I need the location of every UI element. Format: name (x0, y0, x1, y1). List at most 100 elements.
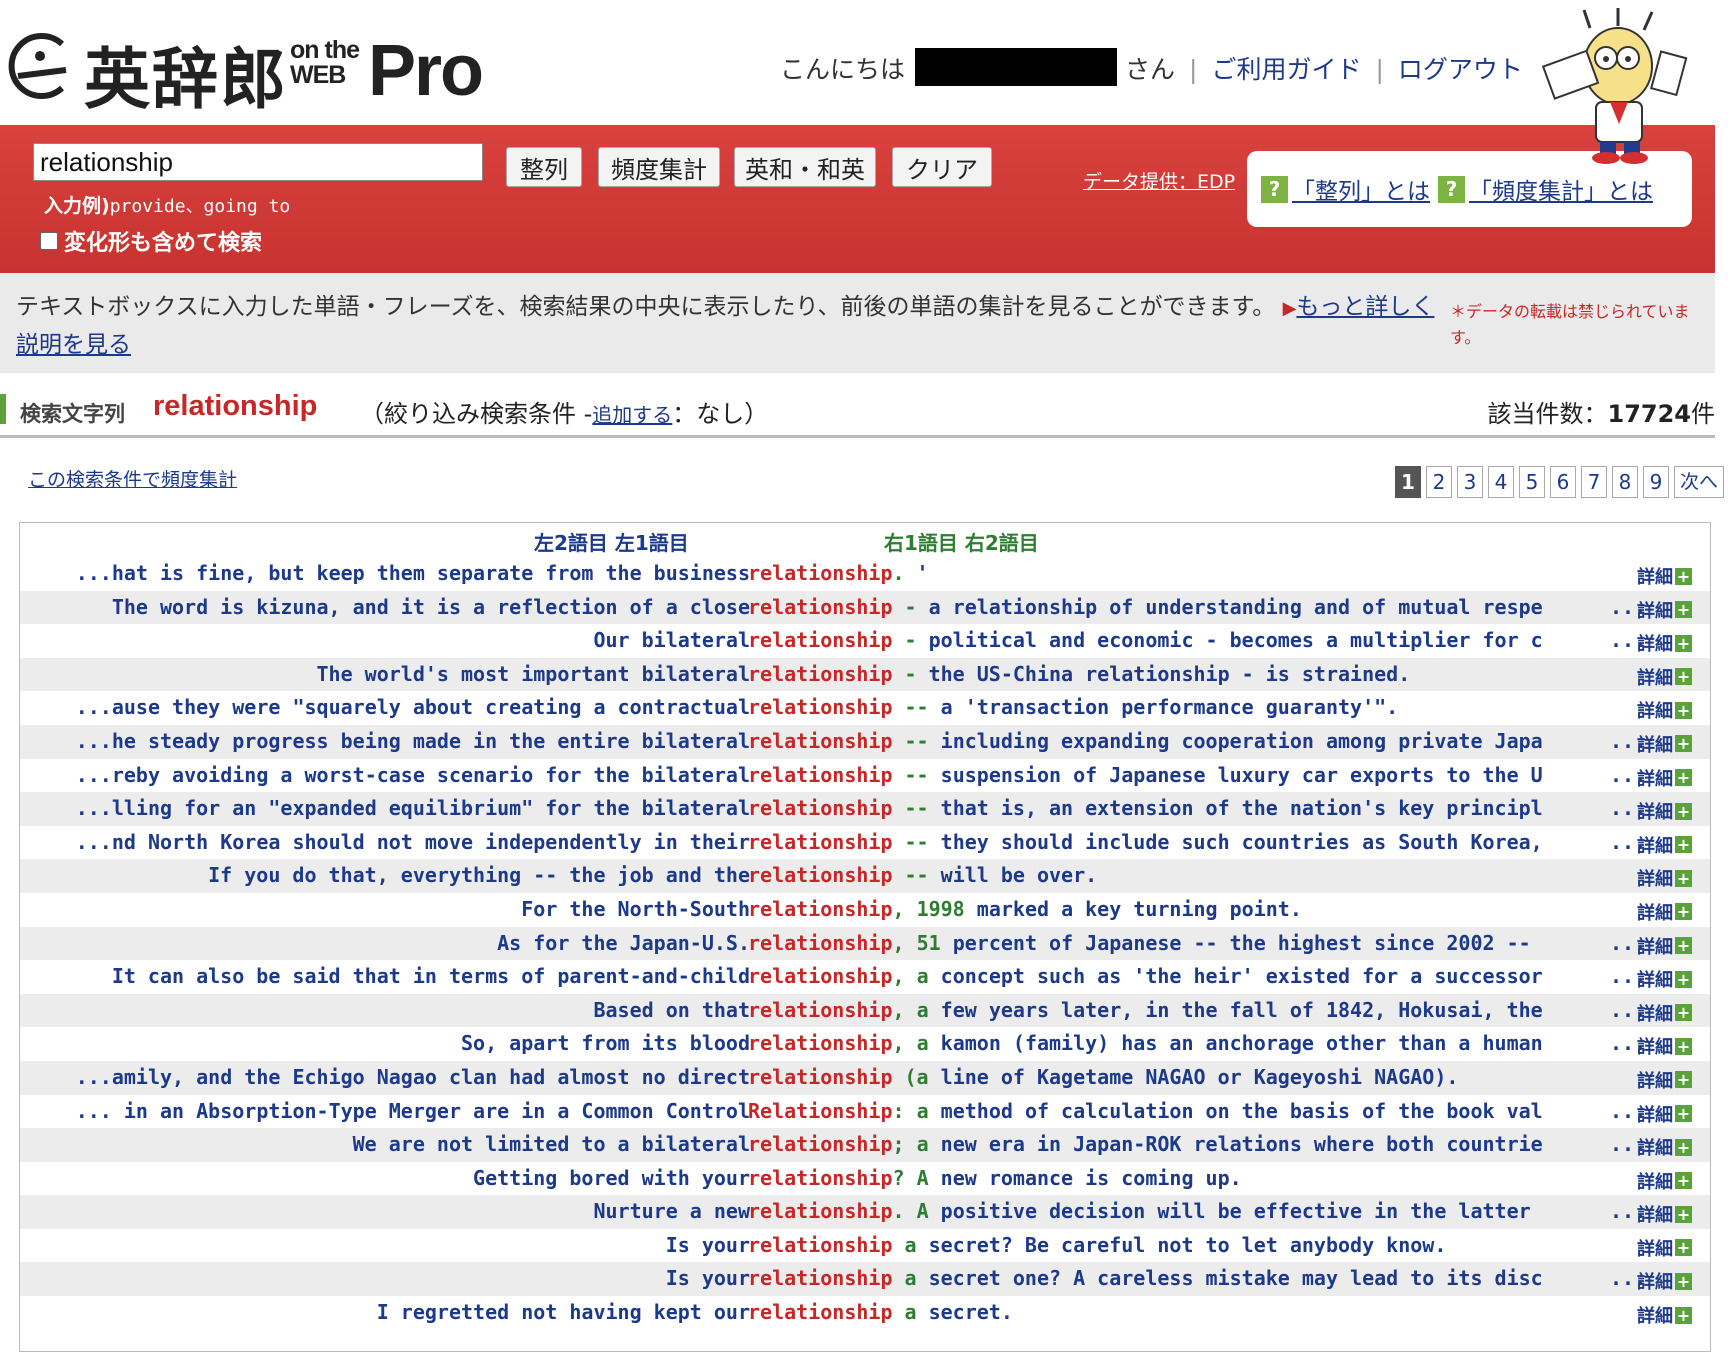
plus-icon[interactable]: + (1675, 769, 1692, 787)
logo-japanese-text: 英辞郎 (84, 41, 288, 118)
detail-button[interactable]: 詳細 + (1637, 731, 1692, 757)
page-9[interactable]: 9 (1643, 466, 1669, 498)
add-filter-link[interactable]: 追加する (592, 403, 672, 427)
plus-icon[interactable]: + (1675, 1037, 1692, 1055)
plus-icon[interactable]: + (1675, 1004, 1692, 1022)
detail-button[interactable]: 詳細 + (1637, 933, 1692, 959)
include-variants-checkbox[interactable]: 変化形も含めて検索 (40, 225, 262, 257)
detail-button[interactable]: 詳細 + (1637, 1201, 1692, 1227)
detail-label: 詳細 (1637, 600, 1673, 622)
right-first-word: -- (904, 829, 929, 854)
detail-button[interactable]: 詳細 + (1637, 1235, 1692, 1261)
detail-button[interactable]: 詳細 + (1637, 832, 1692, 858)
detail-label: 詳細 (1637, 936, 1673, 958)
align-button[interactable]: 整列 (506, 147, 582, 187)
plus-icon[interactable]: + (1675, 836, 1692, 854)
right-first-word: , (892, 930, 905, 955)
right-first-word: -- (904, 695, 929, 720)
detail-button[interactable]: 詳細 + (1637, 697, 1692, 723)
left-words-header[interactable]: 左2語目 左1語目 (534, 527, 689, 556)
plus-icon[interactable]: + (1675, 567, 1692, 585)
plus-icon[interactable]: + (1675, 1172, 1692, 1190)
detail-button[interactable]: 詳細 + (1637, 630, 1692, 656)
result-row: For the North-South relationship, 1998 ma… (20, 893, 1710, 927)
checkbox-icon[interactable] (40, 232, 58, 250)
frequency-button[interactable]: 頻度集計 (598, 147, 720, 187)
plus-icon[interactable]: + (1675, 735, 1692, 753)
plus-icon[interactable]: + (1675, 701, 1692, 719)
help-frequency-link[interactable]: 「頻度集計」とは (1469, 172, 1653, 206)
detail-button[interactable]: 詳細 + (1637, 865, 1692, 891)
right-rest: a few years later, in the fall of 1842, … (916, 997, 1543, 1022)
page-7[interactable]: 7 (1581, 466, 1607, 498)
detail-button[interactable]: 詳細 + (1637, 765, 1692, 791)
right-context: ; a new era in Japan-ROK relations where… (892, 1132, 1542, 1156)
plus-icon[interactable]: + (1675, 1306, 1692, 1324)
left-context: Based on that (593, 997, 750, 1022)
result-row: The word is kizuna, and it is a reflecti… (20, 590, 1710, 625)
detail-button[interactable]: 詳細 + (1637, 563, 1692, 589)
right-rest: A positive decision will be effective in… (916, 1199, 1531, 1224)
help-align-link[interactable]: 「整列」とは (1292, 172, 1430, 206)
left-context: I regretted not having kept our (376, 1300, 750, 1325)
detail-button[interactable]: 詳細 + (1637, 899, 1692, 925)
right-rest: secret. (916, 1300, 1013, 1325)
greeting-prefix: こんにちは (780, 55, 906, 84)
plus-icon[interactable]: + (1675, 1071, 1692, 1089)
right-words-header[interactable]: 右1語目 右2語目 (884, 527, 1039, 556)
page-6[interactable]: 6 (1550, 466, 1576, 498)
plus-icon[interactable]: + (1675, 802, 1692, 820)
detail-button[interactable]: 詳細 + (1637, 664, 1692, 690)
page-2[interactable]: 2 (1426, 466, 1452, 498)
usage-guide-link[interactable]: ご利用ガイド (1211, 55, 1361, 84)
detail-button[interactable]: 詳細 + (1637, 597, 1692, 623)
right-first-word: -- (904, 762, 929, 787)
description-text: テキストボックスに入力した単語・フレーズを、検索結果の中央に表示したり、前後の単… (16, 294, 1435, 358)
detail-label: 詳細 (1637, 701, 1673, 723)
plus-icon[interactable]: + (1675, 1239, 1692, 1257)
plus-icon[interactable]: + (1675, 1205, 1692, 1223)
plus-icon[interactable]: + (1675, 903, 1692, 921)
eijiro-logo[interactable]: 英辞郎 on the WEB Pro (0, 22, 490, 118)
page-4[interactable]: 4 (1488, 466, 1514, 498)
search-input[interactable]: relationship (33, 143, 483, 181)
page-5[interactable]: 5 (1519, 466, 1545, 498)
left-context: ...ause they were "squarely about creati… (75, 695, 750, 720)
detail-button[interactable]: 詳細 + (1637, 1033, 1692, 1059)
plus-icon[interactable]: + (1675, 668, 1692, 686)
plus-icon[interactable]: + (1675, 634, 1692, 652)
plus-icon[interactable]: + (1675, 1105, 1692, 1122)
detail-button[interactable]: 詳細 + (1637, 1000, 1692, 1026)
en-ja-button[interactable]: 英和・和英 (734, 147, 876, 187)
plus-icon[interactable]: + (1675, 1272, 1692, 1290)
plus-icon[interactable]: + (1675, 601, 1692, 619)
plus-icon[interactable]: + (1675, 970, 1692, 988)
detail-button[interactable]: 詳細 + (1637, 1302, 1692, 1328)
detail-button[interactable]: 詳細 + (1637, 1067, 1692, 1093)
detail-label: 詳細 (1637, 634, 1673, 656)
detail-button[interactable]: 詳細 + (1637, 966, 1692, 992)
plus-icon[interactable]: + (1675, 869, 1692, 887)
keyword: relationship (748, 594, 893, 619)
detail-button[interactable]: 詳細 + (1637, 1168, 1692, 1194)
page-1[interactable]: 1 (1395, 466, 1421, 498)
right-rest: line of Kagetame NAGAO or Kageyoshi NAGA… (928, 1064, 1459, 1089)
detail-button[interactable]: 詳細 + (1637, 1101, 1692, 1127)
left-context: ...he steady progress being made in the … (75, 728, 750, 753)
result-row: As for the Japan-U.S. relationship, 51 pe… (20, 926, 1710, 961)
next-page-button[interactable]: 次へ (1674, 466, 1724, 498)
detail-button[interactable]: 詳細 + (1637, 1134, 1692, 1160)
right-first-word: -- (904, 728, 929, 753)
right-first-word: , (892, 997, 905, 1022)
right-context: : a method of calculation on the basis o… (892, 1099, 1542, 1123)
detail-button[interactable]: 詳細 + (1637, 1268, 1692, 1294)
clear-button[interactable]: クリア (892, 147, 992, 187)
data-provider-link[interactable]: データ提供：EDP (1083, 167, 1235, 194)
plus-icon[interactable]: + (1675, 937, 1692, 955)
plus-icon[interactable]: + (1675, 1138, 1692, 1156)
page-8[interactable]: 8 (1612, 466, 1638, 498)
page-3[interactable]: 3 (1457, 466, 1483, 498)
logout-link[interactable]: ログアウト (1398, 55, 1523, 84)
frequency-count-link[interactable]: この検索条件で頻度集計 (28, 465, 237, 492)
detail-button[interactable]: 詳細 + (1637, 798, 1692, 824)
